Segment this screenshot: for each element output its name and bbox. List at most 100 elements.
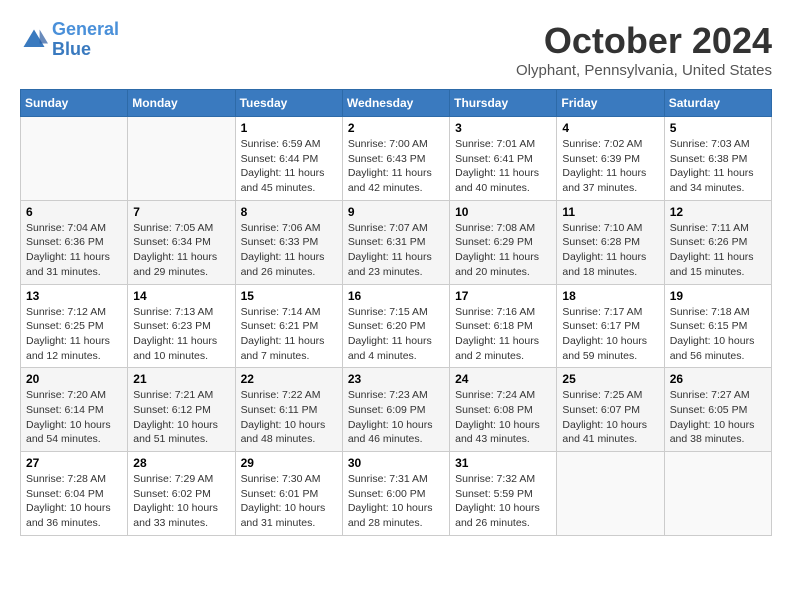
day-info: Sunrise: 7:01 AM Sunset: 6:41 PM Dayligh…: [455, 137, 551, 196]
week-row-4: 20 Sunrise: 7:20 AM Sunset: 6:14 PM Dayli…: [21, 368, 772, 452]
day-number: 21: [133, 372, 229, 386]
day-number: 19: [670, 289, 766, 303]
day-info: Sunrise: 7:18 AM Sunset: 6:15 PM Dayligh…: [670, 305, 766, 364]
week-row-5: 27 Sunrise: 7:28 AM Sunset: 6:04 PM Dayli…: [21, 452, 772, 536]
day-number: 1: [241, 121, 337, 135]
day-header-sunday: Sunday: [21, 90, 128, 117]
month-title: October 2024: [516, 20, 772, 62]
day-info: Sunrise: 7:03 AM Sunset: 6:38 PM Dayligh…: [670, 137, 766, 196]
day-header-friday: Friday: [557, 90, 664, 117]
calendar-cell: [21, 117, 128, 201]
logo-icon: [20, 26, 48, 54]
day-info: Sunrise: 7:12 AM Sunset: 6:25 PM Dayligh…: [26, 305, 122, 364]
day-info: Sunrise: 7:15 AM Sunset: 6:20 PM Dayligh…: [348, 305, 444, 364]
day-number: 11: [562, 205, 658, 219]
day-number: 14: [133, 289, 229, 303]
calendar-cell: 13 Sunrise: 7:12 AM Sunset: 6:25 PM Dayli…: [21, 284, 128, 368]
calendar-cell: 12Sunrise: 7:11 AM Sunset: 6:26 PM Dayli…: [664, 200, 771, 284]
calendar-cell: 3 Sunrise: 7:01 AM Sunset: 6:41 PM Daylig…: [450, 117, 557, 201]
day-number: 8: [241, 205, 337, 219]
day-info: Sunrise: 6:59 AM Sunset: 6:44 PM Dayligh…: [241, 137, 337, 196]
calendar-cell: [128, 117, 235, 201]
logo: General Blue: [20, 20, 119, 60]
calendar-cell: 17Sunrise: 7:16 AM Sunset: 6:18 PM Dayli…: [450, 284, 557, 368]
day-info: Sunrise: 7:13 AM Sunset: 6:23 PM Dayligh…: [133, 305, 229, 364]
day-header-saturday: Saturday: [664, 90, 771, 117]
calendar-cell: 19 Sunrise: 7:18 AM Sunset: 6:15 PM Dayli…: [664, 284, 771, 368]
day-info: Sunrise: 7:27 AM Sunset: 6:05 PM Dayligh…: [670, 388, 766, 447]
calendar-body: 1 Sunrise: 6:59 AM Sunset: 6:44 PM Daylig…: [21, 117, 772, 536]
calendar-cell: 10 Sunrise: 7:08 AM Sunset: 6:29 PM Dayli…: [450, 200, 557, 284]
day-info: Sunrise: 7:00 AM Sunset: 6:43 PM Dayligh…: [348, 137, 444, 196]
day-info: Sunrise: 7:10 AM Sunset: 6:28 PM Dayligh…: [562, 221, 658, 280]
day-number: 27: [26, 456, 122, 470]
calendar-cell: 21 Sunrise: 7:21 AM Sunset: 6:12 PM Dayli…: [128, 368, 235, 452]
day-number: 26: [670, 372, 766, 386]
calendar-header: SundayMondayTuesdayWednesdayThursdayFrid…: [21, 90, 772, 117]
day-number: 5: [670, 121, 766, 135]
day-info: Sunrise: 7:16 AM Sunset: 6:18 PM Dayligh…: [455, 305, 551, 364]
day-number: 2: [348, 121, 444, 135]
location-subtitle: Olyphant, Pennsylvania, United States: [516, 62, 772, 79]
day-number: 6: [26, 205, 122, 219]
day-number: 20: [26, 372, 122, 386]
day-info: Sunrise: 7:23 AM Sunset: 6:09 PM Dayligh…: [348, 388, 444, 447]
calendar-cell: 24 Sunrise: 7:24 AM Sunset: 6:08 PM Dayli…: [450, 368, 557, 452]
calendar-cell: 26 Sunrise: 7:27 AM Sunset: 6:05 PM Dayli…: [664, 368, 771, 452]
day-number: 13: [26, 289, 122, 303]
calendar-cell: 30 Sunrise: 7:31 AM Sunset: 6:00 PM Dayli…: [342, 452, 449, 536]
calendar-cell: 28 Sunrise: 7:29 AM Sunset: 6:02 PM Dayli…: [128, 452, 235, 536]
day-number: 16: [348, 289, 444, 303]
calendar-cell: [557, 452, 664, 536]
day-header-monday: Monday: [128, 90, 235, 117]
day-info: Sunrise: 7:14 AM Sunset: 6:21 PM Dayligh…: [241, 305, 337, 364]
day-header-tuesday: Tuesday: [235, 90, 342, 117]
days-header-row: SundayMondayTuesdayWednesdayThursdayFrid…: [21, 90, 772, 117]
calendar-cell: 5 Sunrise: 7:03 AM Sunset: 6:38 PM Daylig…: [664, 117, 771, 201]
calendar-cell: 27 Sunrise: 7:28 AM Sunset: 6:04 PM Dayli…: [21, 452, 128, 536]
calendar-cell: 14 Sunrise: 7:13 AM Sunset: 6:23 PM Dayli…: [128, 284, 235, 368]
day-info: Sunrise: 7:08 AM Sunset: 6:29 PM Dayligh…: [455, 221, 551, 280]
day-number: 24: [455, 372, 551, 386]
day-info: Sunrise: 7:20 AM Sunset: 6:14 PM Dayligh…: [26, 388, 122, 447]
day-info: Sunrise: 7:29 AM Sunset: 6:02 PM Dayligh…: [133, 472, 229, 531]
day-number: 9: [348, 205, 444, 219]
day-info: Sunrise: 7:11 AM Sunset: 6:26 PM Dayligh…: [670, 221, 766, 280]
day-header-thursday: Thursday: [450, 90, 557, 117]
calendar-cell: 9Sunrise: 7:07 AM Sunset: 6:31 PM Daylig…: [342, 200, 449, 284]
calendar-cell: 1 Sunrise: 6:59 AM Sunset: 6:44 PM Daylig…: [235, 117, 342, 201]
day-info: Sunrise: 7:31 AM Sunset: 6:00 PM Dayligh…: [348, 472, 444, 531]
day-number: 23: [348, 372, 444, 386]
day-number: 3: [455, 121, 551, 135]
day-info: Sunrise: 7:32 AM Sunset: 5:59 PM Dayligh…: [455, 472, 551, 531]
calendar-cell: 31 Sunrise: 7:32 AM Sunset: 5:59 PM Dayli…: [450, 452, 557, 536]
day-number: 7: [133, 205, 229, 219]
day-number: 31: [455, 456, 551, 470]
calendar-cell: 20 Sunrise: 7:20 AM Sunset: 6:14 PM Dayli…: [21, 368, 128, 452]
day-number: 29: [241, 456, 337, 470]
calendar-cell: 7 Sunrise: 7:05 AM Sunset: 6:34 PM Daylig…: [128, 200, 235, 284]
day-info: Sunrise: 7:04 AM Sunset: 6:36 PM Dayligh…: [26, 221, 122, 280]
day-info: Sunrise: 7:06 AM Sunset: 6:33 PM Dayligh…: [241, 221, 337, 280]
calendar-cell: 16 Sunrise: 7:15 AM Sunset: 6:20 PM Dayli…: [342, 284, 449, 368]
calendar-cell: 4 Sunrise: 7:02 AM Sunset: 6:39 PM Daylig…: [557, 117, 664, 201]
calendar-cell: 29Sunrise: 7:30 AM Sunset: 6:01 PM Dayli…: [235, 452, 342, 536]
day-info: Sunrise: 7:21 AM Sunset: 6:12 PM Dayligh…: [133, 388, 229, 447]
day-number: 22: [241, 372, 337, 386]
day-info: Sunrise: 7:28 AM Sunset: 6:04 PM Dayligh…: [26, 472, 122, 531]
day-number: 25: [562, 372, 658, 386]
day-number: 28: [133, 456, 229, 470]
week-row-2: 6 Sunrise: 7:04 AM Sunset: 6:36 PM Daylig…: [21, 200, 772, 284]
calendar-cell: [664, 452, 771, 536]
day-number: 30: [348, 456, 444, 470]
day-number: 10: [455, 205, 551, 219]
week-row-1: 1 Sunrise: 6:59 AM Sunset: 6:44 PM Daylig…: [21, 117, 772, 201]
page-header: General Blue October 2024 Olyphant, Penn…: [20, 20, 772, 79]
day-number: 4: [562, 121, 658, 135]
day-info: Sunrise: 7:05 AM Sunset: 6:34 PM Dayligh…: [133, 221, 229, 280]
day-info: Sunrise: 7:22 AM Sunset: 6:11 PM Dayligh…: [241, 388, 337, 447]
day-info: Sunrise: 7:02 AM Sunset: 6:39 PM Dayligh…: [562, 137, 658, 196]
title-block: October 2024 Olyphant, Pennsylvania, Uni…: [516, 20, 772, 79]
day-info: Sunrise: 7:24 AM Sunset: 6:08 PM Dayligh…: [455, 388, 551, 447]
calendar-cell: 2 Sunrise: 7:00 AM Sunset: 6:43 PM Daylig…: [342, 117, 449, 201]
